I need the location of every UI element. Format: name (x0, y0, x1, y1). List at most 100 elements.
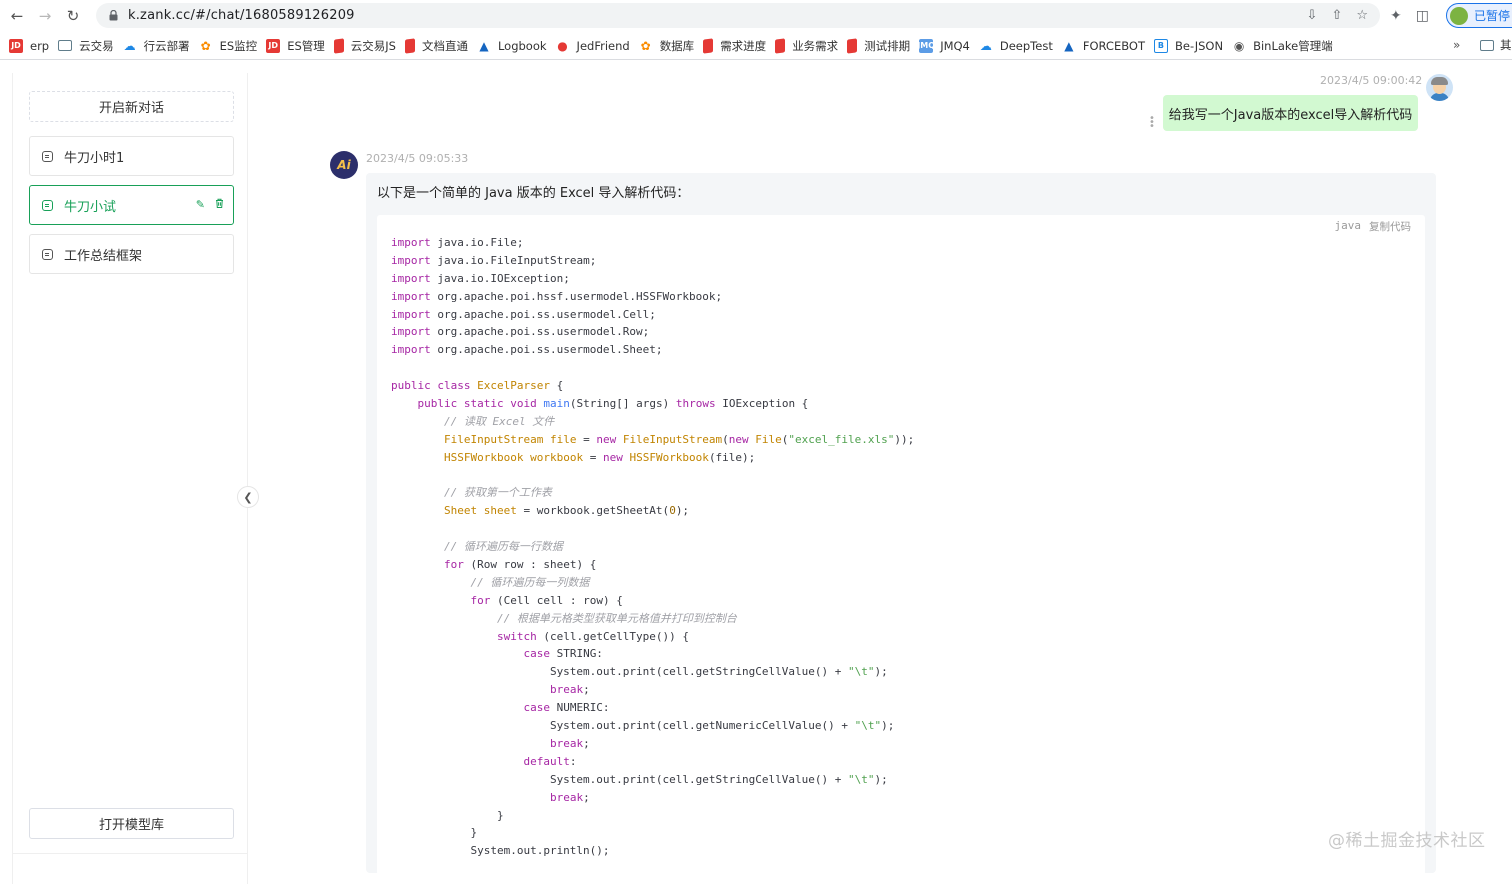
ai-message-bubble: 以下是一个简单的 Java 版本的 Excel 导入解析代码： java 复制代… (366, 173, 1436, 873)
sidebar: 开启新对话 牛刀小时1 牛刀小试 ✎ 工作总结框架 打开模型库 (12, 73, 248, 884)
code-language-label: java (1334, 219, 1362, 232)
bookmark-item[interactable]: ☁ 行云部署 (123, 36, 190, 56)
code-content: import java.io.File; import java.io.FileI… (391, 234, 914, 860)
bookmark-item[interactable]: JD ES管理 (266, 36, 325, 56)
bookmarks-bar: JD erp 云交易 ☁ 行云部署 ✿ ES监控 JD ES管理 云交易JS 文档直通 ▲ Logboo… (0, 32, 1512, 60)
code-line: break; (549, 736, 590, 750)
code-line: switch (cell.getCellType()) { (496, 629, 690, 643)
install-app-icon[interactable]: ⇩ (1307, 8, 1318, 23)
bookmark-page-icon (775, 37, 786, 54)
bookmark-item[interactable]: 文档直通 (404, 36, 468, 56)
code-line: import org.apache.poi.hssf.usermodel.HSS… (391, 289, 723, 303)
code-line: import org.apache.poi.ss.usermodel.Row; (391, 325, 650, 339)
bookmark-item[interactable]: ✿ ES监控 (199, 36, 258, 56)
bookmark-cloud-icon: ☁ (979, 38, 992, 53)
bookmark-globe-icon: ◉ (1233, 38, 1245, 53)
bookmark-drop-icon: ● (557, 38, 568, 53)
code-line: default: (523, 754, 577, 768)
reload-icon[interactable]: ↻ (62, 5, 84, 27)
profile-paused-button[interactable]: 已暂停 (1446, 3, 1512, 28)
open-model-library-button[interactable]: 打开模型库 (29, 808, 234, 839)
side-panel-icon[interactable]: ◫ (1416, 8, 1429, 24)
code-line: } (391, 826, 478, 840)
copy-code-button[interactable]: 复制代码 (1369, 219, 1411, 234)
other-folder-label: 其 (1500, 38, 1512, 52)
bookmark-item[interactable]: 业务需求 (775, 36, 838, 56)
conversation-label: 牛刀小时1 (64, 150, 125, 166)
code-line: break; (549, 790, 590, 804)
bookmark-page-icon (404, 37, 415, 54)
extensions-puzzle-icon[interactable]: ✦ (1390, 8, 1402, 24)
bookmark-item[interactable]: JD erp (9, 36, 49, 56)
conversation-item-active[interactable]: 牛刀小试 ✎ (29, 185, 234, 225)
chat-bubble-icon (42, 150, 53, 162)
code-line: public static void main(String[] args) t… (417, 397, 809, 411)
bookmark-item[interactable]: ✿ 数据库 (639, 36, 695, 56)
ai-intro-text: 以下是一个简单的 Java 版本的 Excel 导入解析代码： (377, 186, 690, 201)
other-bookmarks-folder[interactable]: 其 (1480, 37, 1512, 53)
bookmark-b-icon: B (1153, 38, 1168, 53)
lock-icon (108, 10, 118, 22)
bookmark-item[interactable]: B Be-JSON (1153, 36, 1224, 56)
bookmark-mountain-icon: ▲ (479, 38, 489, 53)
bookmark-label: JMQ4 (940, 38, 970, 53)
bookmark-jmq-icon: JMQ (917, 38, 935, 53)
bookmark-label: 文档直通 (421, 38, 468, 53)
code-line: for (Row row : sheet) { (443, 558, 597, 572)
code-line: import org.apache.poi.ss.usermodel.Sheet… (391, 343, 663, 357)
chat-app: 开启新对话 牛刀小时1 牛刀小试 ✎ 工作总结框架 打开模型库 ❮ 2023/4… (0, 61, 1512, 884)
delete-trash-icon[interactable] (215, 198, 224, 211)
chat-bubble-icon (42, 199, 53, 211)
more-bookmarks-chevron-icon[interactable]: » (1453, 38, 1460, 52)
bookmark-cloud-icon: ☁ (123, 38, 136, 53)
bookmark-item[interactable]: 云交易JS (333, 36, 396, 56)
code-line: Sheet sheet = workbook.getSheetAt(0); (443, 504, 690, 518)
star-bookmark-icon[interactable]: ☆ (1356, 8, 1368, 23)
bookmark-item[interactable]: ☁ DeepTest (979, 36, 1053, 56)
bookmark-label: DeepTest (999, 38, 1053, 53)
bookmark-swirl-icon: ✿ (200, 38, 211, 53)
user-message-time: 2023/4/5 09:00:42 (1320, 74, 1423, 87)
bookmark-jd-icon: JD (266, 38, 281, 53)
bookmark-item[interactable]: ▲ FORCEBOT (1062, 36, 1145, 56)
address-bar[interactable]: k.zank.cc/#/chat/1680589126209 ⇩ ⇧ ☆ (96, 3, 1380, 28)
code-line: FileInputStream file = new FileInputStre… (443, 432, 915, 446)
profile-avatar (1450, 6, 1468, 25)
collapse-sidebar-chevron-icon[interactable]: ❮ (237, 486, 259, 508)
conversation-item[interactable]: 工作总结框架 (29, 234, 234, 274)
bookmark-label: 需求进度 (720, 38, 767, 53)
share-icon[interactable]: ⇧ (1331, 8, 1342, 23)
bookmark-label: 测试排期 (864, 38, 911, 53)
code-line: break; (549, 683, 590, 697)
watermark: @稀土掘金技术社区 (1328, 831, 1486, 851)
sidebar-footer (13, 853, 247, 883)
conversation-item[interactable]: 牛刀小时1 (29, 136, 234, 176)
url-text[interactable]: k.zank.cc/#/chat/1680589126209 (128, 8, 355, 23)
conversation-label: 牛刀小试 (64, 199, 117, 215)
code-line: for (Cell cell : row) { (470, 593, 623, 607)
bookmark-label: Logbook (497, 38, 547, 53)
bookmark-item[interactable]: JMQ JMQ4 (917, 36, 970, 56)
new-chat-button[interactable]: 开启新对话 (29, 91, 234, 122)
code-line: case NUMERIC: (523, 701, 610, 715)
bookmark-folder-icon (58, 40, 73, 51)
ai-avatar: Ai (330, 151, 358, 179)
edit-pencil-icon[interactable]: ✎ (196, 198, 205, 211)
chat-bubble-icon (42, 248, 53, 260)
bookmark-mountain-icon: ▲ (1064, 38, 1074, 53)
bookmark-item[interactable]: 需求进度 (703, 36, 766, 56)
bookmark-item[interactable]: ◉ BinLake管理端 (1232, 36, 1333, 56)
bookmark-label: Be-JSON (1174, 38, 1224, 53)
bookmark-item[interactable]: ● JedFriend (556, 36, 629, 56)
conversation-label: 工作总结框架 (64, 248, 143, 264)
bookmark-item[interactable]: 测试排期 (847, 36, 910, 56)
back-arrow-icon[interactable]: ← (6, 5, 28, 27)
code-line: // 循环遍历每一行数据 (443, 540, 563, 554)
bookmark-item[interactable]: ▲ Logbook (477, 36, 547, 56)
forward-arrow-icon[interactable]: → (34, 5, 56, 27)
bookmark-item[interactable]: 云交易 (58, 36, 114, 56)
more-options-icon[interactable]: • • • (1149, 114, 1155, 132)
code-line: System.out.print(cell.getStringCellValue… (391, 772, 888, 786)
